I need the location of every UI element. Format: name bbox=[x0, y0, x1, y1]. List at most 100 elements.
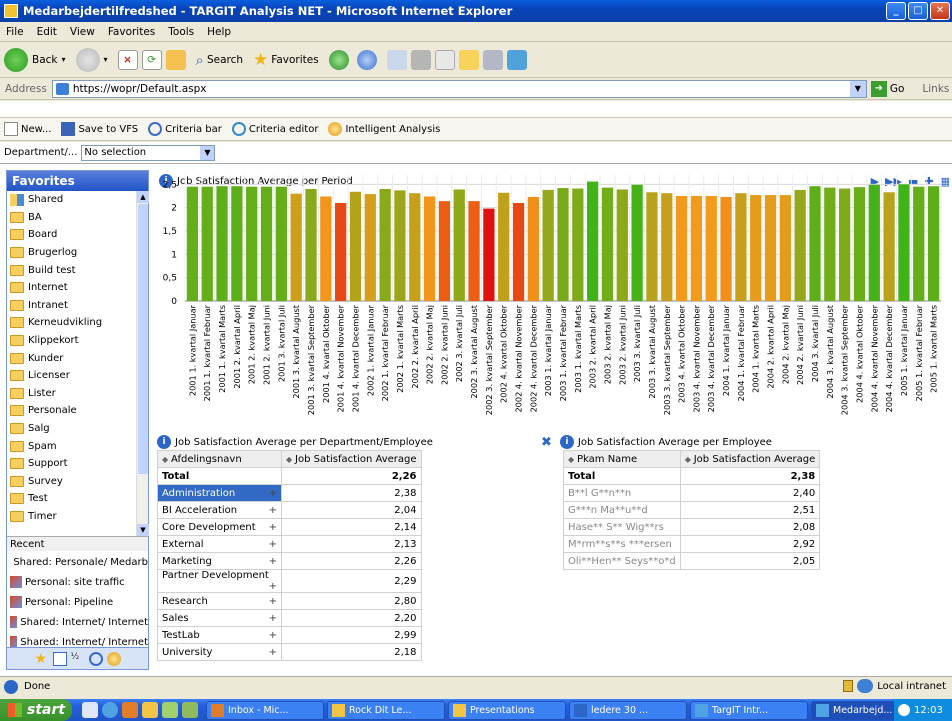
expand-plus-icon[interactable]: + bbox=[269, 596, 277, 607]
favorites-folder[interactable]: Timer bbox=[7, 508, 137, 526]
favorites-folder[interactable]: Salg bbox=[7, 420, 137, 438]
menu-view[interactable]: View bbox=[70, 26, 95, 38]
drilldown-icon[interactable]: ✖ bbox=[541, 435, 552, 450]
dept-name-cell[interactable]: University + bbox=[157, 643, 282, 661]
dept-value-col-header[interactable]: ◆ Job Satisfaction Average bbox=[281, 450, 422, 468]
folder-icon[interactable] bbox=[142, 702, 158, 718]
close-button[interactable]: ✕ bbox=[930, 2, 950, 20]
favorites-scrollbar[interactable]: ▲ ▼ bbox=[136, 191, 149, 536]
chart-bar[interactable] bbox=[349, 191, 362, 301]
dept-name-cell[interactable]: External + bbox=[157, 535, 282, 553]
emp-name-cell[interactable]: Hase** S** Wig**rs bbox=[563, 518, 681, 536]
chart-bar[interactable] bbox=[839, 188, 851, 301]
media-icon[interactable] bbox=[328, 49, 349, 70]
chart-bar[interactable] bbox=[246, 186, 258, 301]
favorites-folder[interactable]: Intranet bbox=[7, 297, 137, 315]
favorites-folder[interactable]: Kerneudvikling bbox=[7, 314, 137, 332]
window-titlebar[interactable]: Medarbejdertilfredshed - TARGIT Analysis… bbox=[0, 0, 952, 22]
table-row[interactable]: M*rm**s**s ***ersen 2,92 bbox=[563, 535, 821, 553]
tray-icon[interactable] bbox=[898, 704, 910, 716]
chart-bar[interactable] bbox=[809, 186, 821, 301]
chart-bar[interactable] bbox=[216, 186, 228, 301]
chart-bar[interactable] bbox=[661, 193, 673, 301]
favorites-folder[interactable]: Brugerlog bbox=[7, 244, 137, 262]
scroll-thumb[interactable] bbox=[138, 204, 148, 474]
menu-help[interactable]: Help bbox=[207, 26, 231, 38]
chart-bar[interactable] bbox=[616, 189, 628, 301]
table-row[interactable]: Hase** S** Wig**rs 2,08 bbox=[563, 518, 821, 536]
chart-bar[interactable] bbox=[898, 184, 910, 301]
table-row[interactable]: Partner Development +2,29 bbox=[157, 569, 422, 593]
chart-bar[interactable] bbox=[601, 187, 614, 301]
print-icon[interactable] bbox=[410, 49, 431, 70]
maximize-button[interactable]: □ bbox=[908, 2, 928, 20]
recent-item[interactable]: Shared: Personale/ Medarb bbox=[7, 552, 148, 572]
favorites-folder[interactable]: Test bbox=[7, 490, 137, 508]
messenger-icon[interactable] bbox=[506, 49, 527, 70]
chart-bar[interactable] bbox=[557, 188, 569, 301]
address-input[interactable]: https://wopr/Default.aspx ▼ bbox=[51, 79, 867, 98]
research-icon[interactable] bbox=[482, 49, 503, 70]
chart-bar[interactable] bbox=[468, 201, 480, 301]
chart-bar[interactable] bbox=[794, 189, 806, 301]
emp-name-cell[interactable]: Oli**Hen** Seys**o*d bbox=[563, 552, 681, 570]
search-button[interactable]: ⌕ Search bbox=[196, 51, 243, 69]
chart-bar[interactable] bbox=[868, 184, 880, 301]
chart-bar[interactable] bbox=[631, 184, 643, 301]
chart-bar[interactable] bbox=[720, 196, 732, 301]
chart-bar[interactable] bbox=[201, 186, 213, 301]
dept-name-cell[interactable]: TestLab + bbox=[157, 626, 282, 644]
taskbar-button[interactable]: Presentations bbox=[448, 700, 566, 720]
dept-name-cell[interactable]: Partner Development + bbox=[157, 569, 282, 593]
table-row[interactable]: Core Development +2,14 bbox=[157, 518, 422, 536]
chart-bar[interactable] bbox=[275, 186, 287, 301]
chart-bar[interactable] bbox=[527, 196, 539, 301]
chart-bar[interactable] bbox=[394, 190, 406, 301]
mail-icon[interactable] bbox=[386, 49, 407, 70]
favorites-folder[interactable]: Kunder bbox=[7, 349, 137, 367]
chart-bar[interactable] bbox=[883, 192, 895, 301]
expand-plus-icon[interactable]: + bbox=[269, 613, 277, 624]
table-row[interactable]: BI Acceleration +2,04 bbox=[157, 501, 422, 519]
table-row[interactable]: Marketing +2,26 bbox=[157, 552, 422, 570]
start-button[interactable]: start bbox=[0, 699, 72, 721]
new-button[interactable]: New... bbox=[4, 122, 51, 136]
emp-name-cell[interactable]: B**l G**n**n bbox=[563, 484, 681, 502]
taskbar-button[interactable]: Rock Dit Le... bbox=[327, 700, 445, 720]
table-row[interactable]: Oli**Hen** Seys**o*d 2,05 bbox=[563, 552, 821, 570]
address-dropdown-icon[interactable]: ▼ bbox=[849, 80, 866, 97]
chart-bar[interactable] bbox=[824, 187, 836, 301]
chart-bar[interactable] bbox=[438, 201, 451, 301]
table-row[interactable]: External +2,13 bbox=[157, 535, 422, 553]
chart-bar[interactable] bbox=[675, 196, 688, 301]
recent-item[interactable]: Personal: Pipeline bbox=[7, 592, 148, 612]
intelligent-analysis-button[interactable]: Intelligent Analysis bbox=[328, 122, 440, 136]
app2-icon[interactable] bbox=[182, 702, 198, 718]
expand-plus-icon[interactable]: + bbox=[269, 522, 277, 533]
menu-edit[interactable]: Edit bbox=[37, 26, 57, 38]
chart-bar[interactable] bbox=[409, 193, 421, 301]
dept-name-cell[interactable]: Core Development + bbox=[157, 518, 282, 536]
menu-file[interactable]: File bbox=[6, 26, 24, 38]
scroll-up-icon[interactable]: ▲ bbox=[137, 191, 149, 203]
expand-plus-icon[interactable]: + bbox=[269, 505, 277, 516]
sort-icon[interactable]: ◆ bbox=[162, 455, 168, 464]
chart-bar[interactable] bbox=[587, 181, 599, 301]
chart-bar[interactable] bbox=[364, 194, 376, 301]
chart-bar[interactable] bbox=[453, 189, 465, 301]
chart-bar[interactable] bbox=[498, 192, 510, 301]
dept-name-cell[interactable]: Research + bbox=[157, 592, 282, 610]
favorites-folder[interactable]: Lister bbox=[7, 385, 137, 403]
desktop-icon[interactable] bbox=[82, 702, 98, 718]
chart-bar[interactable] bbox=[186, 186, 199, 301]
favorites-folder[interactable]: Board bbox=[7, 226, 137, 244]
table-row[interactable]: Sales +2,20 bbox=[157, 609, 422, 627]
forward-button[interactable]: ▾ bbox=[75, 47, 108, 72]
expand-plus-icon[interactable]: + bbox=[269, 581, 277, 592]
favorites-folder[interactable]: Support bbox=[7, 455, 137, 473]
outlook-icon[interactable] bbox=[122, 702, 138, 718]
emp-value-col-header[interactable]: ◆ Job Satisfaction Average bbox=[679, 450, 821, 468]
table-row[interactable]: G***n Ma**u**d 2,51 bbox=[563, 501, 821, 519]
table-row[interactable]: University +2,18 bbox=[157, 643, 422, 661]
discuss-icon[interactable] bbox=[458, 49, 479, 70]
